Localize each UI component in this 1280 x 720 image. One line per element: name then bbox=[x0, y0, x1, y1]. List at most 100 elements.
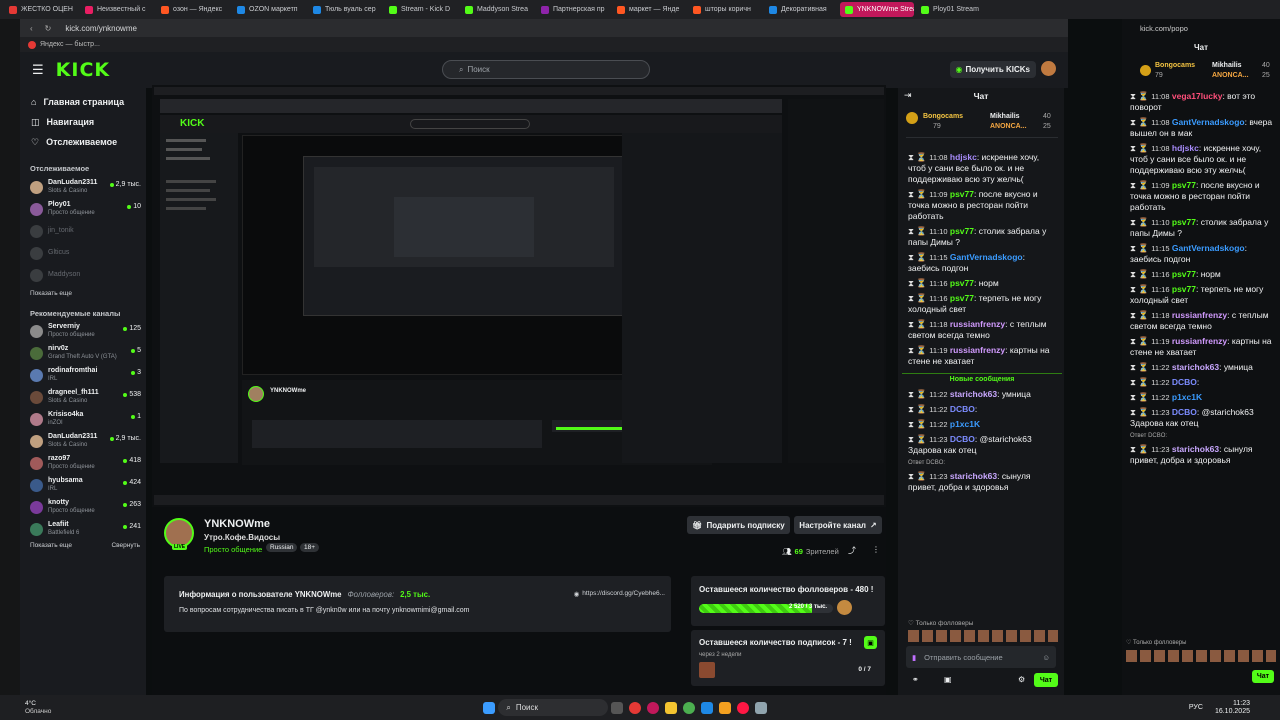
message-username[interactable]: russianfrenzy bbox=[950, 345, 1005, 355]
weather-widget[interactable]: 4°C Облачно bbox=[25, 700, 51, 716]
sidebar-channel[interactable]: DanLudan2311 Slots & Casino 2,9 тыс. bbox=[20, 176, 146, 198]
search-input[interactable]: ⌕ Поиск bbox=[442, 60, 650, 79]
tag-18plus[interactable]: 18+ bbox=[300, 543, 320, 552]
browser-tab[interactable]: маркет — Янде bbox=[612, 2, 686, 17]
popout-send-button[interactable]: Чат bbox=[1252, 670, 1274, 683]
back-icon[interactable]: ‹ bbox=[30, 24, 33, 33]
show-more-recommended[interactable]: Показать еще bbox=[20, 542, 72, 549]
menu-icon[interactable]: ☰ bbox=[32, 62, 44, 78]
message-username[interactable]: GantVernadskogo bbox=[1172, 243, 1245, 253]
message-username[interactable]: psv77 bbox=[950, 278, 974, 288]
yandex-browser-icon[interactable] bbox=[629, 701, 642, 714]
collapse-chat-icon[interactable]: ⇥ bbox=[904, 90, 912, 101]
message-username[interactable]: DCBO bbox=[1172, 407, 1197, 417]
browser-tab[interactable]: Неизвестный с bbox=[80, 2, 154, 17]
message-username[interactable]: psv77 bbox=[950, 189, 974, 199]
sidebar-channel[interactable]: hyubsama IRL 424 bbox=[20, 474, 146, 496]
message-username[interactable]: GantVernadskogo bbox=[950, 252, 1023, 262]
message-username[interactable]: starichok63 bbox=[950, 389, 997, 399]
gift-chat-icon[interactable]: ▣ bbox=[944, 675, 952, 684]
collapse-button[interactable]: Свернуть bbox=[101, 542, 140, 549]
emoji-icon[interactable]: ☺ bbox=[1042, 653, 1050, 662]
message-username[interactable]: DCBO bbox=[1172, 377, 1197, 387]
sidebar-channel[interactable]: razo97 Просто общение 418 bbox=[20, 452, 146, 474]
start-icon[interactable] bbox=[483, 701, 496, 714]
message-username[interactable]: GantVernadskogo bbox=[1172, 117, 1245, 127]
sidebar-channel[interactable]: Krisiso4ka inZOI 1 bbox=[20, 408, 146, 430]
message-username[interactable]: hdjskc bbox=[1172, 143, 1199, 153]
message-username[interactable]: DCBO bbox=[950, 434, 975, 444]
show-more-followed[interactable]: Показать еще bbox=[20, 290, 146, 297]
sidebar-channel[interactable]: rodinafromthai IRL 3 bbox=[20, 364, 146, 386]
browser-tab[interactable]: YNKNOWme Stream - W bbox=[840, 2, 914, 17]
nav-browse[interactable]: ◫ Навигация bbox=[20, 112, 146, 132]
app-icon[interactable] bbox=[719, 701, 732, 714]
kick-logo[interactable]: KICK bbox=[56, 59, 110, 81]
sidebar-channel[interactable]: Ploy01 Просто общение 10 bbox=[20, 198, 146, 220]
browser-tab[interactable]: Ploy01 Stream bbox=[916, 2, 990, 17]
tag-russian[interactable]: Russian bbox=[266, 543, 298, 552]
popout-url[interactable]: kick.com/popo bbox=[1140, 24, 1188, 33]
get-kicks-button[interactable]: ◉ Получить KICKs bbox=[949, 61, 1036, 78]
opera-gx-icon[interactable] bbox=[737, 701, 750, 714]
browser-tab[interactable]: ЖЕСТКО ОЦЕН bbox=[4, 2, 78, 17]
sidebar-channel[interactable]: Leafiit Battlefield 6 241 bbox=[20, 518, 146, 540]
browser-tab[interactable]: Maddyson Strea bbox=[460, 2, 534, 17]
message-username[interactable]: russianfrenzy bbox=[1172, 310, 1227, 320]
browser-tab[interactable]: OZON маркетп bbox=[232, 2, 306, 17]
chat-send-button[interactable]: Чат bbox=[1034, 673, 1058, 687]
sidebar-channel[interactable]: DanLudan2311 Slots & Casino 2,9 тыс. bbox=[20, 430, 146, 452]
clock[interactable]: 11:23 16.10.2025 bbox=[1215, 700, 1250, 716]
message-username[interactable]: p1xc1K bbox=[950, 419, 980, 429]
language-indicator[interactable]: РУС bbox=[1189, 704, 1203, 711]
reload-icon[interactable]: ↻ bbox=[45, 24, 52, 33]
browser-tab[interactable]: Декоративная bbox=[764, 2, 838, 17]
message-username[interactable]: p1xc1K bbox=[1172, 392, 1202, 402]
sub-goal-button[interactable]: ▣ bbox=[864, 636, 877, 649]
opera-icon[interactable] bbox=[647, 701, 660, 714]
message-username[interactable]: psv77 bbox=[1172, 217, 1196, 227]
browser-tab[interactable]: Stream - Kick D bbox=[384, 2, 458, 17]
sidebar-channel[interactable]: nirv0z Grand Theft Auto V (GTA) 5 bbox=[20, 342, 146, 364]
message-username[interactable]: psv77 bbox=[1172, 284, 1196, 294]
browser-tab[interactable]: озон — Яндекс bbox=[156, 2, 230, 17]
channel-name[interactable]: YNKNOWme bbox=[204, 518, 270, 530]
taskbar-search[interactable]: ⌕ Поиск bbox=[498, 699, 609, 716]
message-username[interactable]: psv77 bbox=[1172, 180, 1196, 190]
message-username[interactable]: starichok63 bbox=[1172, 362, 1219, 372]
url-text[interactable]: kick.com/ynknowme bbox=[65, 24, 137, 33]
discord-link[interactable]: ◉ https://discord.gg/Cyebhe6... bbox=[574, 590, 665, 598]
browser-tab[interactable]: шторы коричн bbox=[688, 2, 762, 17]
message-username[interactable]: russianfrenzy bbox=[1172, 336, 1227, 346]
nav-following[interactable]: ♡ Отслеживаемое bbox=[20, 132, 146, 152]
nav-home[interactable]: ⌂ Главная страница bbox=[20, 92, 146, 112]
message-username[interactable]: hdjskc bbox=[950, 152, 977, 162]
message-username[interactable]: DCBO bbox=[950, 404, 975, 414]
bookmark-item[interactable]: Яндекс — быстр... bbox=[40, 41, 100, 48]
message-username[interactable]: vega17lucky bbox=[1172, 91, 1223, 101]
explorer-icon[interactable] bbox=[665, 701, 678, 714]
sidebar-channel[interactable]: Glticus bbox=[20, 242, 146, 264]
message-username[interactable]: starichok63 bbox=[950, 471, 997, 481]
sidebar-channel[interactable]: knotty Просто общение 263 bbox=[20, 496, 146, 518]
more-icon[interactable]: ⋮ bbox=[872, 545, 880, 554]
category-link[interactable]: Просто общение bbox=[204, 545, 262, 554]
user-avatar[interactable] bbox=[1041, 61, 1056, 76]
video-player[interactable]: KICK YNKNOWme bbox=[152, 85, 886, 507]
message-username[interactable]: psv77 bbox=[1172, 269, 1196, 279]
store-icon[interactable] bbox=[701, 701, 714, 714]
taskview-icon[interactable] bbox=[611, 701, 624, 714]
message-username[interactable]: starichok63 bbox=[1172, 444, 1219, 454]
browser-tab[interactable]: Партнерская пр bbox=[536, 2, 610, 17]
setup-channel-button[interactable]: Настройте канал ↗ bbox=[794, 516, 882, 534]
share-icon[interactable]: ⤴ bbox=[848, 545, 856, 556]
address-bar[interactable]: ‹ ↻ kick.com/ynknowme bbox=[20, 19, 1068, 37]
message-username[interactable]: psv77 bbox=[950, 293, 974, 303]
settings-icon[interactable]: ⚙ bbox=[1018, 675, 1025, 684]
sidebar-channel[interactable]: jin_tonik bbox=[20, 220, 146, 242]
kicks-link-icon[interactable]: ⚭ bbox=[912, 675, 919, 684]
notes-icon[interactable] bbox=[755, 701, 768, 714]
chrome-icon[interactable] bbox=[683, 701, 696, 714]
sidebar-channel[interactable]: Maddyson bbox=[20, 264, 146, 286]
message-username[interactable]: russianfrenzy bbox=[950, 319, 1005, 329]
